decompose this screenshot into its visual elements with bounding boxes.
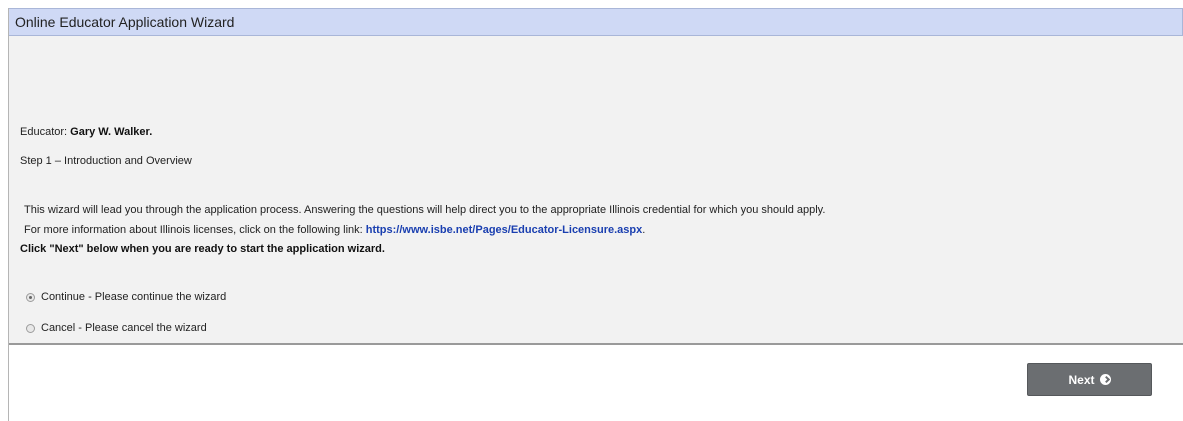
- next-button[interactable]: Next: [1027, 363, 1152, 396]
- more-info-line: For more information about Illinois lice…: [24, 224, 645, 236]
- more-info-text: For more information about Illinois lice…: [24, 224, 366, 236]
- continue-radio[interactable]: [26, 292, 35, 302]
- next-label: Next: [1068, 372, 1095, 387]
- wizard-header: Online Educator Application Wizard: [9, 8, 1183, 36]
- continue-label[interactable]: Continue - Please continue the wizard: [41, 291, 226, 303]
- cancel-option[interactable]: Cancel - Please cancel the wizard: [26, 322, 207, 334]
- wizard-frame: Online Educator Application Wizard Educa…: [8, 8, 1183, 421]
- licensure-link[interactable]: https://www.isbe.net/Pages/Educator-Lice…: [366, 224, 643, 236]
- more-info-suffix: .: [642, 224, 646, 236]
- cancel-radio[interactable]: [26, 323, 35, 333]
- next-instruction: Click "Next" below when you are ready to…: [20, 243, 385, 255]
- chevron-circle-right-icon: [1099, 374, 1111, 385]
- continue-option[interactable]: Continue - Please continue the wizard: [26, 291, 226, 303]
- cancel-label[interactable]: Cancel - Please cancel the wizard: [41, 322, 207, 334]
- wizard-title: Online Educator Application Wizard: [15, 14, 235, 30]
- intro-text: This wizard will lead you through the ap…: [24, 204, 826, 216]
- educator-line: Educator: Gary W. Walker.: [20, 126, 152, 138]
- educator-name: Gary W. Walker.: [70, 126, 153, 138]
- step-title: Step 1 – Introduction and Overview: [20, 155, 192, 167]
- wizard-panel: Educator: Gary W. Walker. Step 1 – Intro…: [9, 36, 1183, 345]
- educator-label: Educator:: [20, 126, 71, 138]
